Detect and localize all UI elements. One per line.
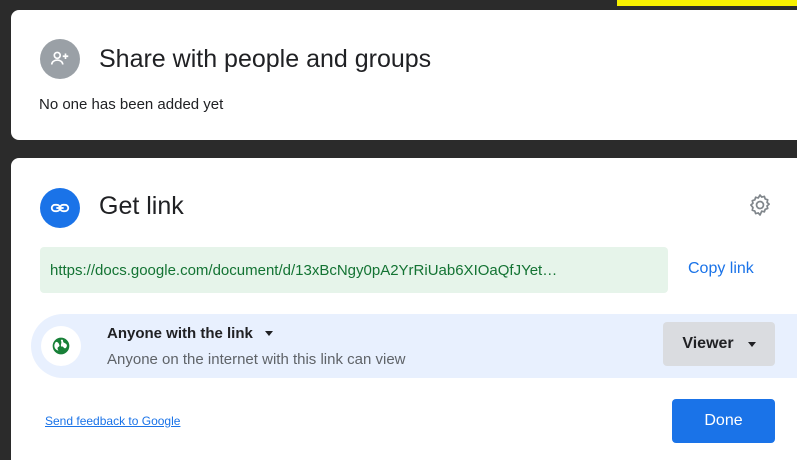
link-url-text: https://docs.google.com/document/d/13xBc…	[50, 261, 558, 279]
access-scope-label: Anyone with the link	[107, 325, 253, 342]
no-people-status: No one has been added yet	[39, 96, 224, 113]
gear-icon[interactable]	[746, 191, 774, 219]
access-scope-dropdown[interactable]: Anyone with the link	[107, 325, 273, 342]
send-feedback-link[interactable]: Send feedback to Google	[45, 414, 180, 428]
globe-icon	[41, 326, 81, 366]
role-label: Viewer	[682, 335, 734, 352]
share-people-panel: Share with people and groups No one has …	[11, 10, 797, 140]
role-dropdown[interactable]: Viewer	[663, 322, 775, 366]
get-link-panel: Get link https://docs.google.com/documen…	[11, 158, 797, 460]
access-description: Anyone on the internet with this link ca…	[107, 351, 406, 368]
link-url-field[interactable]: https://docs.google.com/document/d/13xBc…	[40, 247, 668, 293]
backdrop-highlight	[617, 0, 797, 6]
copy-link-button[interactable]: Copy link	[688, 260, 754, 278]
link-access-row: Anyone with the link Anyone on the inter…	[31, 314, 797, 378]
chevron-down-icon	[264, 331, 273, 336]
done-button[interactable]: Done	[672, 399, 775, 443]
get-link-title: Get link	[99, 192, 184, 220]
add-person-icon[interactable]	[40, 39, 80, 79]
chevron-down-icon	[747, 341, 756, 347]
share-people-title: Share with people and groups	[99, 45, 432, 73]
link-icon	[40, 188, 80, 228]
